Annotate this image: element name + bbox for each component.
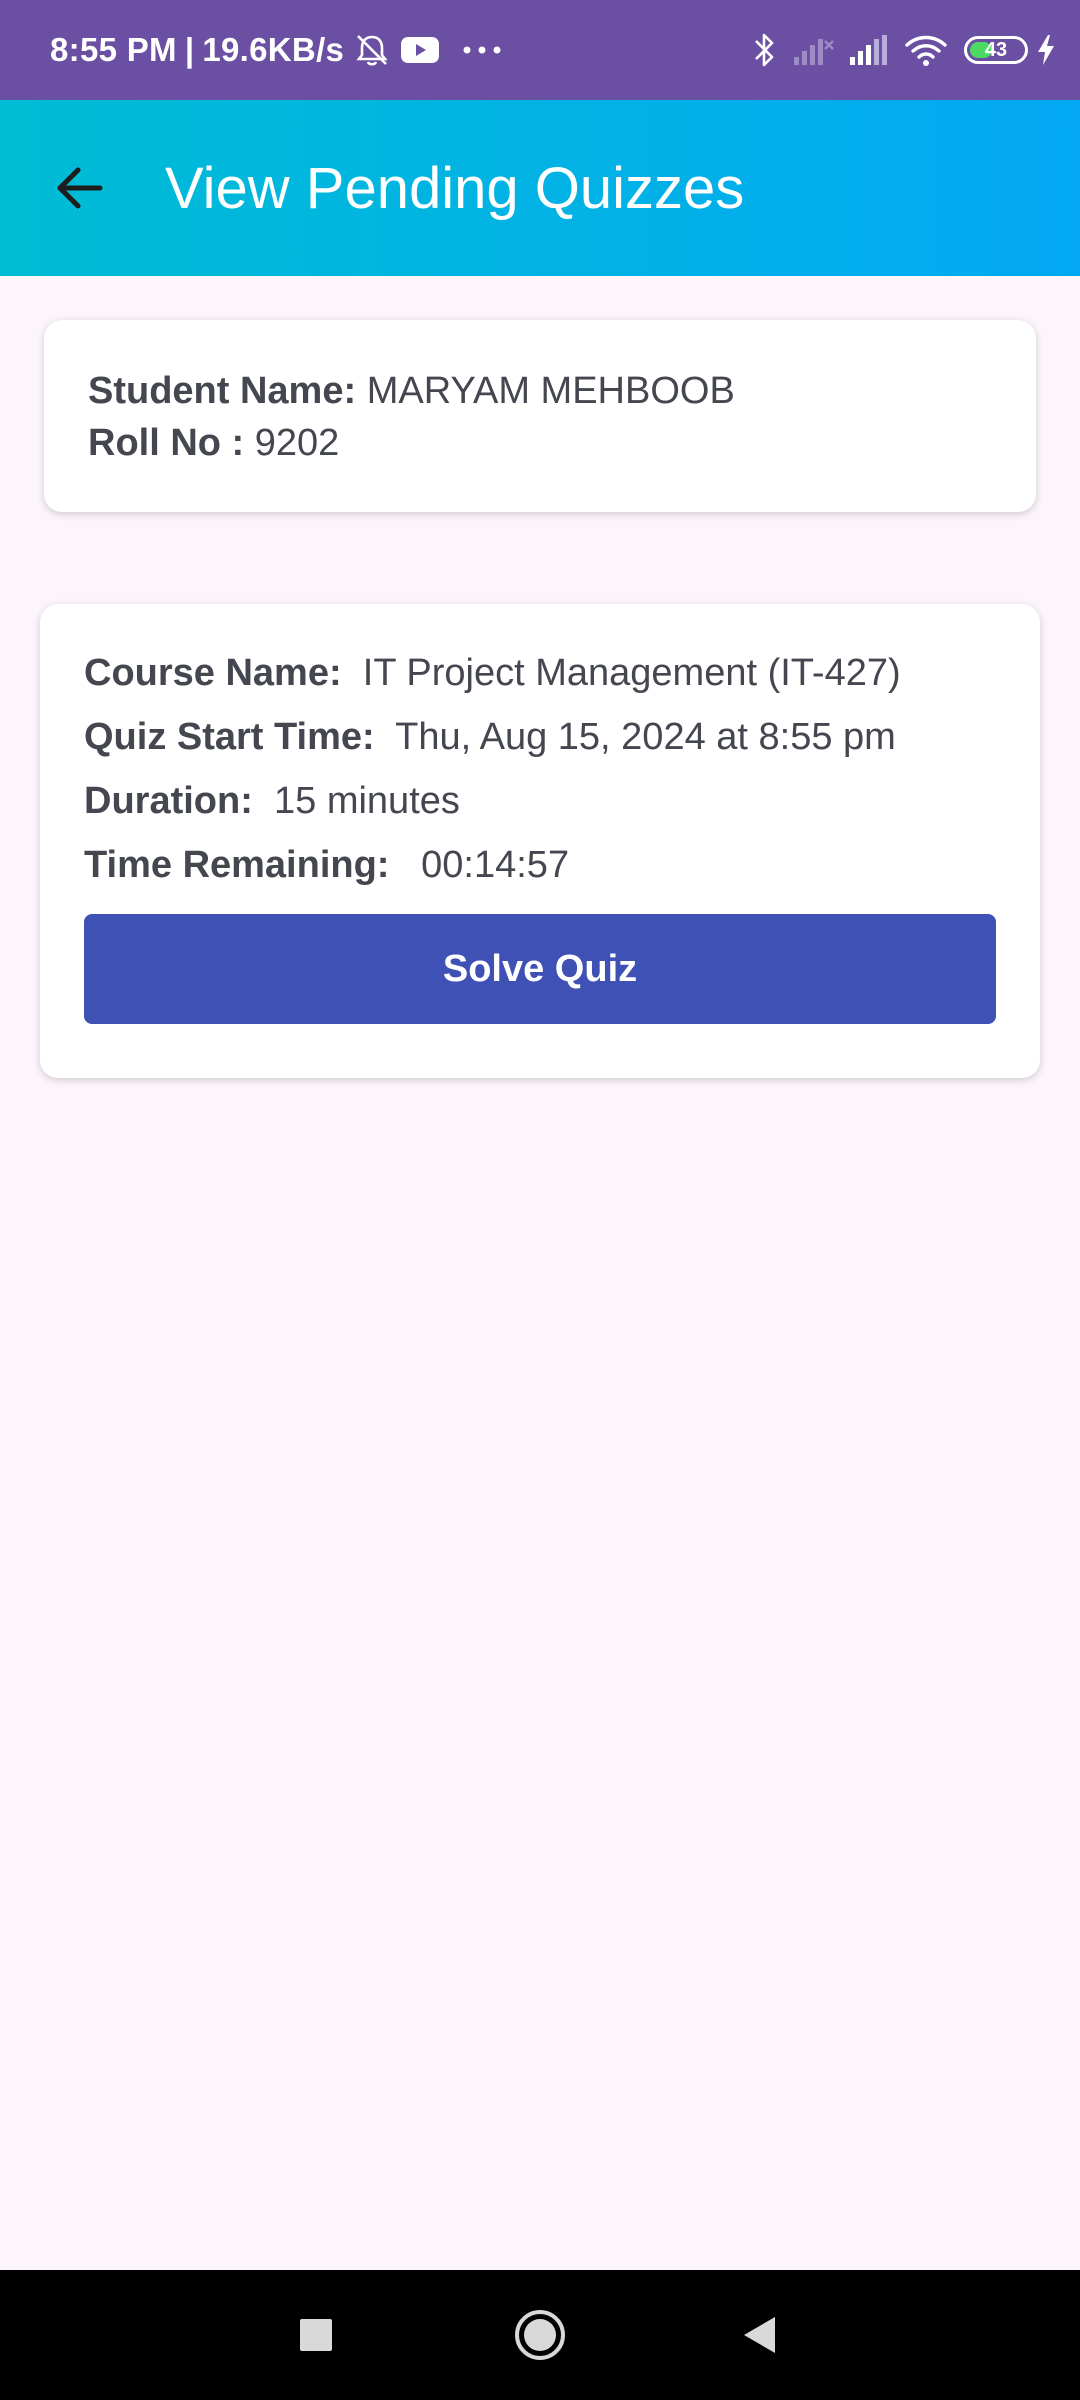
roll-no-value: 9202 bbox=[254, 422, 340, 464]
network-speed: 19.6KB/s bbox=[202, 31, 345, 68]
time-remaining-value: 00:14:57 bbox=[421, 844, 570, 886]
charging-icon bbox=[1036, 34, 1056, 66]
status-right: 43 bbox=[738, 0, 1056, 100]
muted-alarm-icon bbox=[354, 32, 390, 68]
recents-button[interactable] bbox=[256, 2270, 376, 2400]
duration-row: Duration: 15 minutes bbox=[84, 780, 460, 823]
student-name-label: Student Name: bbox=[88, 370, 357, 412]
signal-weak-icon bbox=[792, 33, 834, 67]
recents-square-icon bbox=[298, 2317, 334, 2353]
status-left: 8:55 PM | 19.6KB/s bbox=[50, 0, 502, 100]
quiz-card: Course Name: IT Project Management (IT-4… bbox=[40, 604, 1040, 1078]
course-name-value: IT Project Management (IT-427) bbox=[362, 652, 901, 694]
back-nav-button[interactable] bbox=[700, 2270, 820, 2400]
battery-level: 43 bbox=[984, 38, 1008, 61]
course-name-row: Course Name: IT Project Management (IT-4… bbox=[84, 652, 901, 695]
time-remaining-row: Time Remaining: 00:14:57 bbox=[84, 844, 569, 887]
time-remaining-label: Time Remaining: bbox=[84, 844, 390, 886]
quiz-start-label: Quiz Start Time: bbox=[84, 716, 375, 758]
duration-label: Duration: bbox=[84, 780, 253, 822]
roll-no-row: Roll No : 9202 bbox=[88, 422, 339, 465]
back-button[interactable] bbox=[36, 144, 124, 232]
status-bar: 8:55 PM | 19.6KB/s 43 bbox=[0, 0, 1080, 100]
solve-quiz-button[interactable]: Solve Quiz bbox=[84, 914, 996, 1024]
student-info-card: Student Name: MARYAM MEHBOOB Roll No : 9… bbox=[44, 320, 1036, 512]
course-name-label: Course Name: bbox=[84, 652, 342, 694]
signal-icon bbox=[848, 33, 890, 67]
home-button[interactable] bbox=[480, 2270, 600, 2400]
app-bar: View Pending Quizzes bbox=[0, 100, 1080, 276]
youtube-icon bbox=[400, 35, 440, 65]
roll-no-label: Roll No : bbox=[88, 422, 245, 464]
student-name-value: MARYAM MEHBOOB bbox=[366, 370, 735, 412]
quiz-start-row: Quiz Start Time: Thu, Aug 15, 2024 at 8:… bbox=[84, 716, 896, 759]
more-dots-icon bbox=[462, 45, 502, 55]
student-name-row: Student Name: MARYAM MEHBOOB bbox=[88, 370, 735, 413]
navigation-bar bbox=[0, 2270, 1080, 2400]
status-time: 8:55 PM bbox=[50, 31, 177, 68]
quiz-start-value: Thu, Aug 15, 2024 at 8:55 pm bbox=[395, 716, 896, 758]
duration-value: 15 minutes bbox=[274, 780, 460, 822]
bluetooth-icon bbox=[752, 31, 778, 69]
battery-icon: 43 bbox=[964, 36, 1028, 64]
status-separator: | bbox=[184, 31, 195, 68]
wifi-icon bbox=[904, 33, 948, 67]
back-triangle-icon bbox=[741, 2315, 779, 2355]
home-circle-icon bbox=[514, 2309, 566, 2361]
page-title: View Pending Quizzes bbox=[165, 155, 745, 221]
arrow-back-icon bbox=[54, 162, 106, 214]
